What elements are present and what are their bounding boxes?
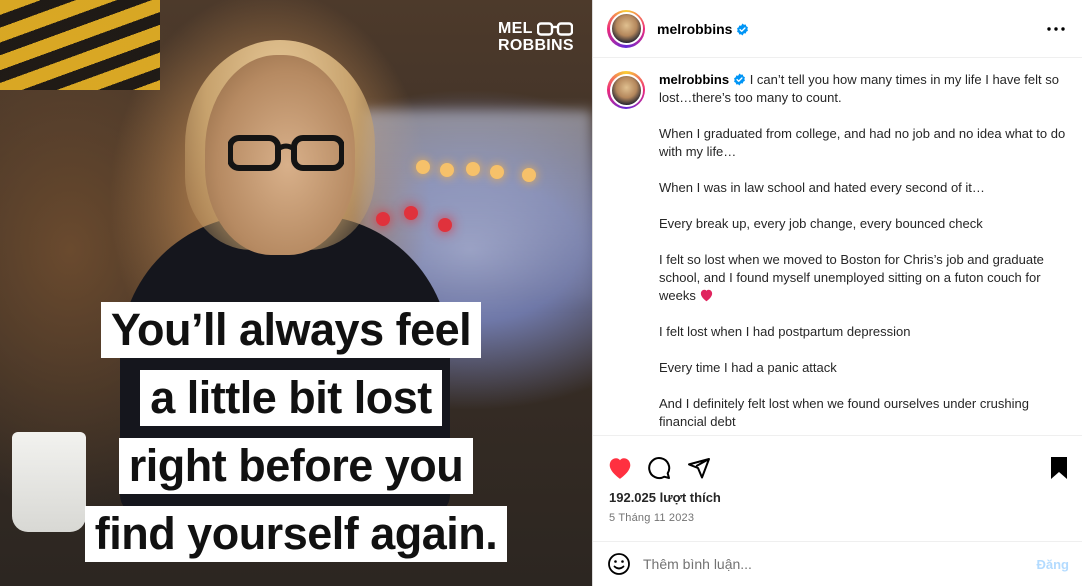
quote-overlay: You’ll always feel a little bit lost rig…: [0, 302, 592, 574]
avatar[interactable]: [607, 9, 645, 48]
username-text[interactable]: melrobbins: [657, 21, 732, 37]
caption-paragraph: I felt so lost when we moved to Boston f…: [659, 252, 1044, 303]
glasses-logo-icon: [536, 21, 573, 36]
brand-logo: MEL ROBBINS: [498, 20, 574, 54]
verified-badge-icon: [737, 23, 749, 35]
add-comment-bar: Đăng: [593, 541, 1082, 586]
quote-line: right before you: [118, 438, 474, 494]
comment-input[interactable]: [643, 556, 1037, 572]
caption-username[interactable]: melrobbins: [659, 72, 729, 87]
background-poster: [0, 0, 160, 90]
post-caption: melrobbins I can’t tell you how many tim…: [607, 71, 1069, 435]
comments-area[interactable]: melrobbins I can’t tell you how many tim…: [593, 59, 1082, 435]
caption-paragraph: When I graduated from college, and had n…: [659, 126, 1066, 159]
caption-paragraph: Every break up, every job change, every …: [659, 216, 983, 231]
glasses-icon: [228, 135, 344, 171]
caption-text: melrobbins I can’t tell you how many tim…: [659, 71, 1069, 435]
brand-line-2: ROBBINS: [498, 37, 574, 54]
caption-paragraph-with-emoji: I felt so lost when we moved to Boston f…: [659, 251, 1069, 305]
caption-paragraph: And I definitely felt lost when we found…: [659, 396, 1029, 429]
caption-paragraph: When I was in law school and hated every…: [659, 180, 985, 195]
quote-line: You’ll always feel: [100, 302, 482, 358]
post-date[interactable]: 5 Tháng 11 2023: [593, 505, 1082, 524]
post-comment-button[interactable]: Đăng: [1037, 557, 1070, 572]
caption-avatar[interactable]: [607, 71, 645, 109]
caption-paragraph: I felt lost when I had postpartum depres…: [659, 324, 911, 339]
post-actions-section: 192.025 lượt thích 5 Tháng 11 2023: [593, 435, 1082, 524]
post-header: melrobbins: [593, 0, 1082, 58]
share-icon: [688, 458, 710, 479]
share-button[interactable]: [687, 453, 727, 483]
post-sidebar: melrobbins melrobbins I can’t tell you h…: [592, 0, 1082, 586]
post-image: MEL ROBBINS You’ll always feel a little …: [0, 0, 592, 586]
comment-button[interactable]: [647, 453, 687, 483]
comment-icon: [648, 457, 671, 480]
red-heart-emoji-icon: [701, 289, 713, 302]
quote-line: find yourself again.: [84, 506, 508, 562]
heart-filled-icon: [609, 458, 631, 479]
more-horizontal-icon: [1047, 26, 1065, 31]
brand-line-1: MEL: [498, 20, 533, 37]
save-button[interactable]: [1029, 453, 1069, 483]
action-bar: [593, 436, 1082, 488]
quote-line: a little bit lost: [140, 370, 442, 426]
header-username[interactable]: melrobbins: [657, 21, 749, 37]
caption-paragraph: Every time I had a panic attack: [659, 360, 837, 375]
bookmark-filled-icon: [1051, 457, 1067, 479]
verified-badge-icon: [734, 73, 745, 86]
likes-count[interactable]: 192.025 lượt thích: [593, 488, 1082, 505]
emoji-smiley-icon[interactable]: [607, 552, 631, 576]
like-button[interactable]: [607, 453, 647, 483]
more-options-button[interactable]: [1044, 17, 1068, 41]
